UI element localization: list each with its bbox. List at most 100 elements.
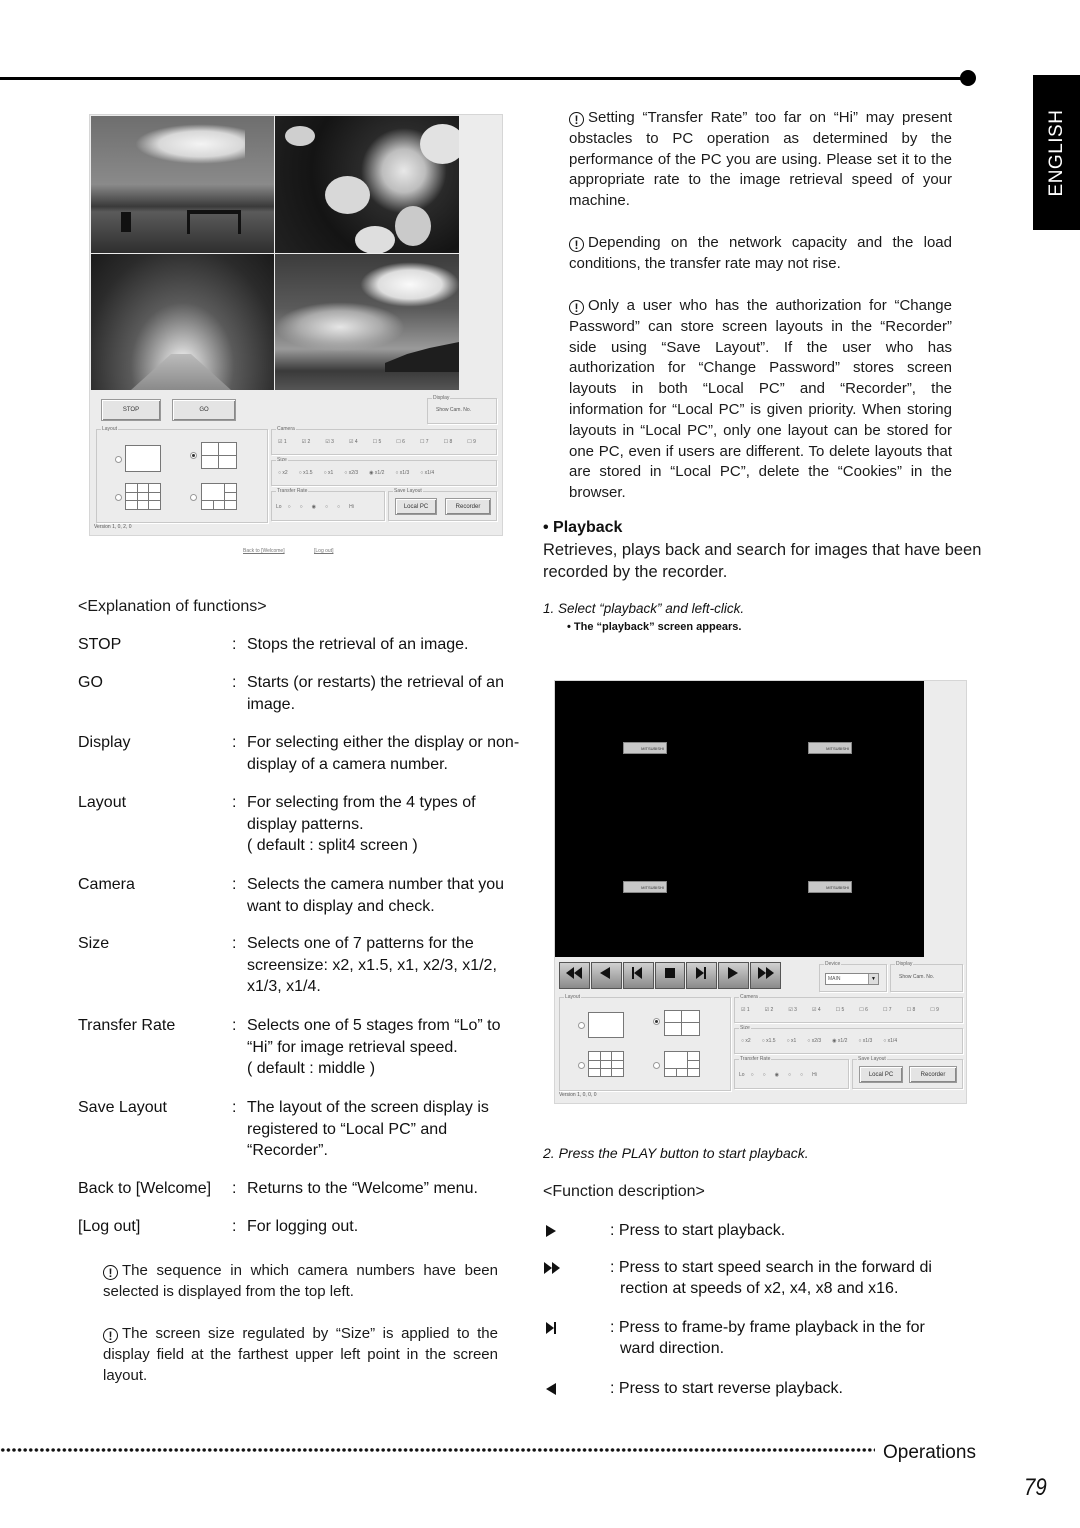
size-radio-x2[interactable]: ○ x2 (278, 470, 288, 476)
camera-checkbox-8[interactable]: ☐ 8 (907, 1007, 916, 1013)
transfer-rate-radio-3[interactable]: ◉ (312, 504, 316, 510)
camera-checkbox-1[interactable]: ☑ 1 (741, 1007, 750, 1013)
go-button[interactable]: GO (172, 399, 236, 421)
recorder-button[interactable]: Recorder (445, 498, 491, 515)
size-radio-x1-2[interactable]: ◉ x1/2 (832, 1038, 847, 1044)
layout-six-radio[interactable] (190, 494, 197, 501)
transfer-rate-radio-4[interactable]: ○ (325, 504, 328, 510)
size-radio-x2-3[interactable]: ○ x2/3 (344, 470, 358, 476)
camera-logo-placeholder: MITSUBISHI (623, 881, 667, 893)
function-description-continued: rection at speeds of x2, x4, x8 and x16. (620, 1280, 899, 1297)
transfer-rate-radio-2[interactable]: ○ (300, 504, 303, 510)
colon-separator: : (610, 1222, 619, 1239)
recorder-button[interactable]: Recorder (909, 1066, 957, 1083)
colon-separator: : (610, 1380, 619, 1397)
camera-checkbox-3[interactable]: ☑ 3 (788, 1007, 797, 1013)
layout-six-radio[interactable] (653, 1062, 660, 1069)
size-radio-x1[interactable]: ○ x1 (324, 470, 334, 476)
layout-nine-radio[interactable] (578, 1062, 585, 1069)
colon-separator: : (232, 1180, 237, 1197)
function-description-text: For selecting either the display or non-… (247, 734, 520, 773)
fast-forward-button[interactable] (750, 962, 782, 989)
stop-button[interactable] (654, 962, 686, 989)
size-radios: ○ x2 ○ x1.5 ○ x1 ○ x2/3 ◉ x1/2 ○ x1/3 ○ x1/4 (278, 470, 445, 476)
layout-single-radio[interactable] (115, 456, 122, 463)
note-camera-sequence: ! The sequence in which camera numbers ha… (103, 1262, 498, 1300)
size-radio-x1-2[interactable]: ◉ x1/2 (369, 470, 384, 476)
layout-single-radio[interactable] (578, 1022, 585, 1029)
transfer-rate-radio-3[interactable]: ◉ (775, 1072, 779, 1078)
camera-checkbox-9[interactable]: ☐ 9 (930, 1007, 939, 1013)
layout-quad-radio[interactable] (653, 1018, 660, 1025)
transfer-rate-radio-1[interactable]: ○ (751, 1072, 754, 1078)
frame-back-button[interactable] (622, 962, 654, 989)
device-select[interactable]: MAIN ▼ (825, 973, 879, 985)
size-radio-x1-5[interactable]: ○ x1.5 (762, 1038, 776, 1044)
frame-forward-button[interactable] (686, 962, 718, 989)
size-radio-x1-3[interactable]: ○ x1/3 (858, 1038, 872, 1044)
transfer-rate-radio-4[interactable]: ○ (788, 1072, 791, 1078)
playback-step-1: 1. Select “playback” and left-click. (543, 601, 745, 616)
colon-separator: : (232, 794, 237, 811)
reverse-play-button[interactable] (590, 962, 622, 989)
size-group: Size ○ x2 ○ x1.5 ○ x1 ○ x2/3 ◉ x1/2 ○ x1/3 ○ x… (734, 1025, 963, 1054)
camera-checkbox-2[interactable]: ☑ 2 (302, 439, 311, 445)
layout-nine-radio[interactable] (115, 494, 122, 501)
show-cam-no-checkbox[interactable]: Show Cam. No. (899, 974, 934, 980)
colon-separator: : (232, 935, 237, 952)
transfer-rate-radio-2[interactable]: ○ (763, 1072, 766, 1078)
size-radio-x1-5[interactable]: ○ x1.5 (299, 470, 313, 476)
local-pc-button[interactable]: Local PC (859, 1066, 903, 1083)
stop-button[interactable]: STOP (101, 399, 161, 421)
log-out-link[interactable]: [Log out] (314, 548, 333, 554)
size-radio-x1-4[interactable]: ○ x1/4 (420, 470, 434, 476)
transfer-rate-group-label: Transfer Rate (739, 1056, 772, 1062)
footer-dotted-leader (0, 1446, 875, 1454)
transfer-rate-radio-5[interactable]: ○ (800, 1072, 803, 1078)
function-term: Back to [Welcome] (78, 1180, 212, 1197)
camera-checkbox-4[interactable]: ☑ 4 (349, 439, 358, 445)
local-pc-button[interactable]: Local PC (395, 498, 437, 515)
size-radios: ○ x2 ○ x1.5 ○ x1 ○ x2/3 ◉ x1/2 ○ x1/3 ○ x1/4 (741, 1038, 908, 1044)
camera-checkbox-3[interactable]: ☑ 3 (325, 439, 334, 445)
function-description-text: Selects one of 7 patterns for the screen… (247, 935, 497, 995)
language-tab-label: ENGLISH (1045, 109, 1067, 196)
size-radio-x1[interactable]: ○ x1 (787, 1038, 797, 1044)
size-radio-x1-3[interactable]: ○ x1/3 (395, 470, 409, 476)
layout-quad-radio[interactable] (190, 452, 197, 459)
transfer-rate-group-label: Transfer Rate (276, 488, 309, 494)
page-number: 79 (1024, 1474, 1047, 1501)
display-group-label: Display (432, 395, 451, 401)
layout-group: Layout (559, 994, 731, 1091)
function-default-note: ( default : middle ) (247, 1060, 376, 1077)
camera-checkbox-2[interactable]: ☑ 2 (765, 1007, 774, 1013)
play-button[interactable] (718, 962, 750, 989)
camera-logo-placeholder: MITSUBISHI (808, 881, 852, 893)
camera-checkbox-5[interactable]: ☐ 5 (836, 1007, 845, 1013)
fast-reverse-button[interactable] (559, 962, 590, 989)
camera-checkbox-9[interactable]: ☐ 9 (467, 439, 476, 445)
camera-checkbox-1[interactable]: ☑ 1 (278, 439, 287, 445)
fast-reverse-icon (565, 965, 583, 986)
size-radio-x1-4[interactable]: ○ x1/4 (883, 1038, 897, 1044)
camera-checkbox-6[interactable]: ☐ 6 (396, 439, 405, 445)
camera-checkbox-5[interactable]: ☐ 5 (373, 439, 382, 445)
playback-step-2: 2. Press the PLAY button to start playba… (543, 1145, 809, 1161)
frame-forward-icon (693, 965, 711, 986)
camera-checkbox-4[interactable]: ☑ 4 (812, 1007, 821, 1013)
chevron-down-icon[interactable]: ▼ (868, 974, 878, 984)
camera-checkbox-7[interactable]: ☐ 7 (883, 1007, 892, 1013)
layout-nine-icon (588, 1051, 624, 1077)
size-radio-x2[interactable]: ○ x2 (741, 1038, 751, 1044)
camera-checkbox-6[interactable]: ☐ 6 (859, 1007, 868, 1013)
show-cam-no-checkbox[interactable]: Show Cam. No. (436, 407, 471, 413)
playback-heading: • Playback (543, 519, 623, 536)
transfer-rate-radio-5[interactable]: ○ (337, 504, 340, 510)
back-to-welcome-link[interactable]: Back to [Welcome] (243, 548, 285, 554)
camera-checkbox-7[interactable]: ☐ 7 (420, 439, 429, 445)
camera-checkbox-8[interactable]: ☐ 8 (444, 439, 453, 445)
transfer-rate-radio-1[interactable]: ○ (288, 504, 291, 510)
size-radio-x2-3[interactable]: ○ x2/3 (807, 1038, 821, 1044)
footer-section-title: Operations (883, 1442, 976, 1463)
function-description: : Press to start playback. (610, 1220, 980, 1241)
